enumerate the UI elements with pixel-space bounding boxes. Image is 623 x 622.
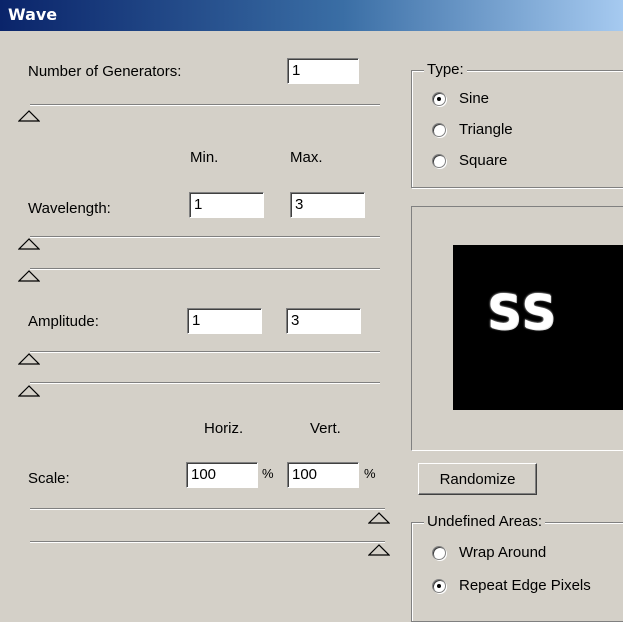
scale-vert-slider-track[interactable]	[30, 541, 385, 543]
vert-column-header: Vert.	[310, 420, 341, 437]
amplitude-label: Amplitude:	[28, 313, 99, 330]
wavelength-min-slider-track[interactable]	[30, 236, 380, 238]
wavelength-label: Wavelength:	[28, 200, 111, 217]
wrap-around-radio[interactable]	[432, 545, 446, 560]
generators-slider-track[interactable]	[30, 104, 380, 106]
option-repeat-edge-pixels[interactable]: Repeat Edge Pixels	[432, 577, 591, 594]
scale-horiz-slider-track[interactable]	[30, 508, 385, 510]
undefined-areas-groupbox	[411, 522, 623, 622]
scale-vert-field[interactable]: 100	[287, 462, 359, 488]
sine-label: Sine	[459, 90, 490, 107]
preview-image: SS	[453, 245, 623, 410]
scale-vert-slider-thumb[interactable]	[368, 544, 390, 556]
triangle-label: Triangle	[459, 121, 513, 138]
option-wrap-around[interactable]: Wrap Around	[432, 544, 546, 561]
randomize-button[interactable]: Randomize	[418, 463, 537, 495]
generators-slider-thumb[interactable]	[18, 110, 40, 122]
scale-label: Scale:	[28, 470, 70, 487]
min-column-header: Min.	[190, 149, 219, 166]
scale-horiz-field[interactable]: 100	[186, 462, 258, 488]
horiz-column-header: Horiz.	[204, 420, 244, 437]
scale-vert-unit: %	[364, 466, 376, 481]
max-column-header: Max.	[290, 149, 323, 166]
wavelength-max-slider-thumb[interactable]	[18, 270, 40, 282]
wavelength-min-field[interactable]: 1	[189, 192, 264, 218]
wavelength-min-slider-thumb[interactable]	[18, 238, 40, 250]
type-option-square[interactable]: Square	[432, 152, 507, 169]
scale-horiz-slider-thumb[interactable]	[368, 512, 390, 524]
sine-radio[interactable]	[432, 91, 446, 106]
amplitude-min-slider-track[interactable]	[30, 351, 380, 353]
window-title: Wave	[8, 5, 58, 24]
wavelength-max-field[interactable]: 3	[290, 192, 365, 218]
amplitude-max-slider-track[interactable]	[30, 382, 380, 384]
preview-text: SS	[487, 285, 558, 341]
generators-field[interactable]: 1	[287, 58, 359, 84]
amplitude-min-field[interactable]: 1	[187, 308, 262, 334]
undefined-areas-legend: Undefined Areas:	[424, 513, 546, 531]
repeat-edge-pixels-radio[interactable]	[432, 578, 446, 593]
wavelength-max-slider-track[interactable]	[30, 268, 380, 270]
repeat-edge-pixels-label: Repeat Edge Pixels	[459, 577, 591, 594]
amplitude-min-slider-thumb[interactable]	[18, 353, 40, 365]
type-legend: Type:	[424, 61, 467, 79]
title-bar[interactable]	[0, 0, 623, 31]
type-option-triangle[interactable]: Triangle	[432, 121, 513, 138]
amplitude-max-slider-thumb[interactable]	[18, 385, 40, 397]
type-option-sine[interactable]: Sine	[432, 90, 489, 107]
wrap-around-label: Wrap Around	[459, 544, 547, 561]
scale-horiz-unit: %	[262, 466, 274, 481]
triangle-radio[interactable]	[432, 122, 446, 137]
square-label: Square	[459, 152, 508, 169]
amplitude-max-field[interactable]: 3	[286, 308, 361, 334]
generators-label: Number of Generators:	[28, 63, 182, 80]
square-radio[interactable]	[432, 153, 446, 168]
